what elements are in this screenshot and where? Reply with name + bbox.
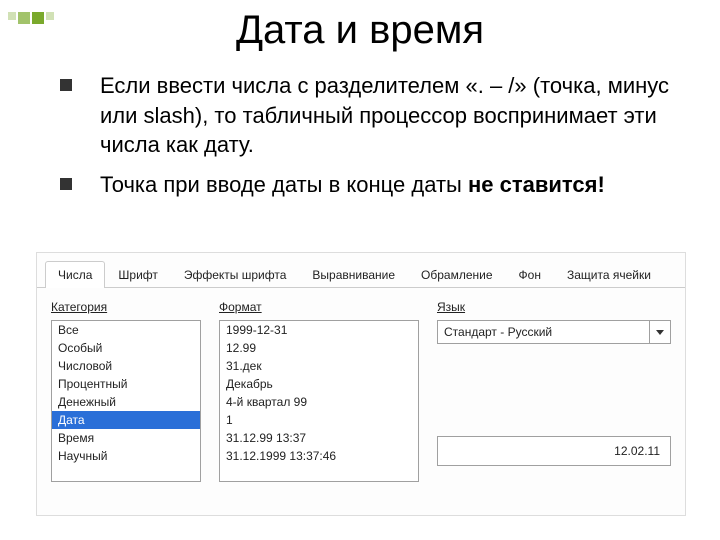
- dialog-tabs: Числа Шрифт Эффекты шрифта Выравнивание …: [37, 253, 685, 288]
- bullet-icon: [60, 178, 72, 190]
- dialog-body: Категория Все Особый Числовой Процентный…: [37, 288, 685, 498]
- category-item-selected[interactable]: Дата: [52, 411, 200, 429]
- category-item[interactable]: Время: [52, 429, 200, 447]
- format-item[interactable]: Декабрь: [220, 375, 418, 393]
- format-item[interactable]: 1: [220, 411, 418, 429]
- bullet-icon: [60, 79, 72, 91]
- category-item[interactable]: Все: [52, 321, 200, 339]
- tab-font-effects[interactable]: Эффекты шрифта: [171, 261, 300, 288]
- language-value: Стандарт - Русский: [444, 325, 552, 339]
- category-item[interactable]: Числовой: [52, 357, 200, 375]
- language-label: Язык: [437, 300, 671, 314]
- format-listbox[interactable]: 1999-12-31 12.99 31.дек Декабрь 4-й квар…: [219, 320, 419, 482]
- format-item[interactable]: 4-й квартал 99: [220, 393, 418, 411]
- language-combobox[interactable]: Стандарт - Русский: [437, 320, 671, 344]
- tab-background[interactable]: Фон: [506, 261, 554, 288]
- bullet-2: Точка при вводе даты в конце даты не ста…: [60, 170, 672, 200]
- tab-cell-protection[interactable]: Защита ячейки: [554, 261, 664, 288]
- format-cells-dialog: Числа Шрифт Эффекты шрифта Выравнивание …: [36, 252, 686, 516]
- bullet-text-2: Точка при вводе даты в конце даты не ста…: [100, 170, 605, 200]
- format-label: Формат: [219, 300, 419, 314]
- preview-box: 12.02.11: [437, 436, 671, 466]
- bullet-text-1: Если ввести числа с разделителем «. – /»…: [100, 71, 672, 160]
- category-item[interactable]: Денежный: [52, 393, 200, 411]
- tab-alignment[interactable]: Выравнивание: [299, 261, 408, 288]
- format-item[interactable]: 12.99: [220, 339, 418, 357]
- language-column: Язык Стандарт - Русский 12.02.11: [437, 300, 671, 498]
- format-item[interactable]: 1999-12-31: [220, 321, 418, 339]
- tab-numbers[interactable]: Числа: [45, 261, 105, 288]
- preview-value: 12.02.11: [614, 444, 660, 458]
- category-item[interactable]: Процентный: [52, 375, 200, 393]
- slide: Дата и время Если ввести числа с раздели…: [0, 8, 720, 540]
- category-column: Категория Все Особый Числовой Процентный…: [51, 300, 201, 498]
- format-item[interactable]: 31.12.99 13:37: [220, 429, 418, 447]
- format-column: Формат 1999-12-31 12.99 31.дек Декабрь 4…: [219, 300, 419, 498]
- category-label: Категория: [51, 300, 201, 314]
- decorative-squares: [8, 12, 54, 24]
- format-item[interactable]: 31.12.1999 13:37:46: [220, 447, 418, 465]
- bullet-1: Если ввести числа с разделителем «. – /»…: [60, 71, 672, 160]
- slide-body: Если ввести числа с разделителем «. – /»…: [0, 71, 720, 200]
- category-item[interactable]: Научный: [52, 447, 200, 465]
- format-item[interactable]: 31.дек: [220, 357, 418, 375]
- dropdown-arrow-icon[interactable]: [649, 321, 670, 343]
- slide-title: Дата и время: [0, 8, 720, 53]
- category-item[interactable]: Особый: [52, 339, 200, 357]
- tab-font[interactable]: Шрифт: [105, 261, 170, 288]
- category-listbox[interactable]: Все Особый Числовой Процентный Денежный …: [51, 320, 201, 482]
- tab-borders[interactable]: Обрамление: [408, 261, 505, 288]
